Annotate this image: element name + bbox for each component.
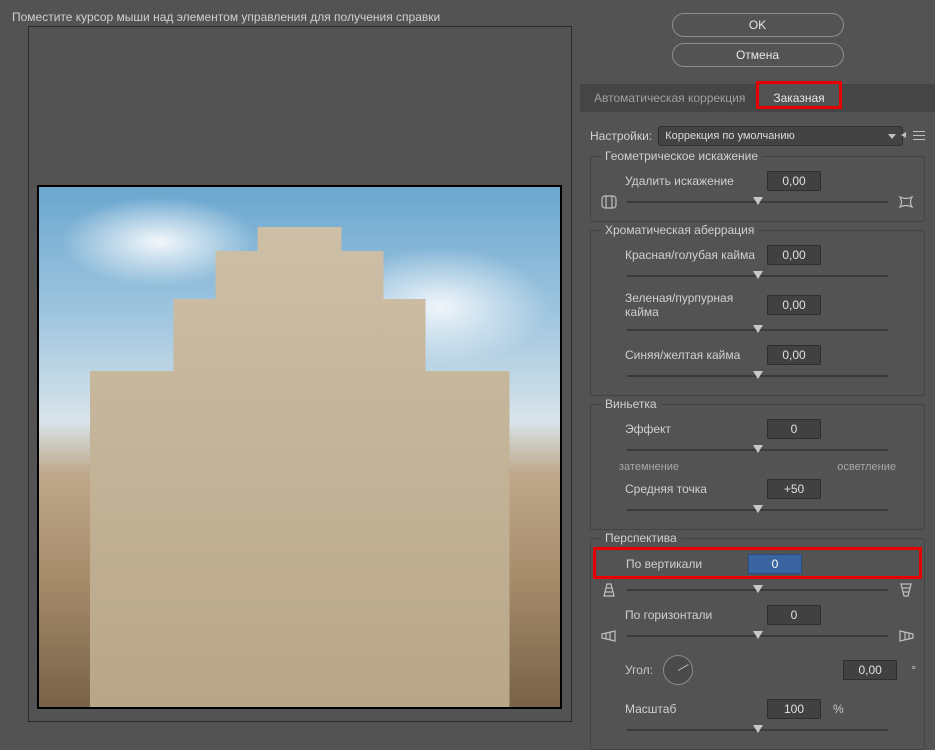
group-vignette: Виньетка Эффект затемнение осветление Ср… [590,404,925,530]
scale-input[interactable] [767,699,821,719]
preview-image[interactable] [37,185,562,709]
ok-button[interactable]: OK [672,13,844,37]
group-geometric-distortion: Геометрическое искажение Удалить искажен… [590,156,925,222]
group-title: Перспектива [601,531,681,545]
scale-slider[interactable] [627,723,888,737]
green-magenta-label: Зеленая/пурпурная кайма [599,291,759,319]
blue-yellow-slider[interactable] [627,369,888,383]
dialog-buttons: OK Отмена [580,10,935,70]
green-magenta-slider[interactable] [627,323,888,337]
vignette-midpoint-input[interactable] [767,479,821,499]
tabs: Автоматическая коррекция Заказная [580,84,935,112]
vignette-amount-slider[interactable] [627,443,888,457]
remove-distortion-label: Удалить искажение [599,174,759,188]
scale-label: Масштаб [599,702,759,716]
vignette-amount-label: Эффект [599,422,759,436]
preview-frame [28,26,572,722]
group-title: Геометрическое искажение [601,149,762,163]
tab-custom[interactable]: Заказная [756,81,841,109]
red-cyan-input[interactable] [767,245,821,265]
grid-pincushion-icon[interactable] [896,193,916,211]
remove-distortion-input[interactable] [767,171,821,191]
group-title: Виньетка [601,397,661,411]
horizontal-perspective-label: По горизонтали [599,608,759,622]
perspective-horizontal-left-icon[interactable] [599,627,619,645]
vignette-darken-label: затемнение [619,461,679,473]
group-chromatic-aberration: Хроматическая аберрация Красная/голубая … [590,230,925,396]
vertical-perspective-slider[interactable] [627,583,888,597]
angle-input[interactable] [843,660,897,680]
scale-suffix: % [829,702,844,716]
green-magenta-input[interactable] [767,295,821,315]
vignette-midpoint-label: Средняя точка [599,482,759,496]
angle-label: Угол: [625,663,653,677]
vertical-perspective-input[interactable] [748,554,802,574]
angle-dial[interactable] [663,655,693,685]
settings-label: Настройки: [590,129,652,143]
panel-menu-icon[interactable] [909,129,925,143]
blue-yellow-input[interactable] [767,345,821,365]
perspective-vertical-top-icon[interactable] [599,581,619,599]
grid-barrel-icon[interactable] [599,193,619,211]
remove-distortion-slider[interactable] [627,195,888,209]
vignette-amount-input[interactable] [767,419,821,439]
horizontal-perspective-input[interactable] [767,605,821,625]
perspective-vertical-bottom-icon[interactable] [896,581,916,599]
group-title: Хроматическая аберрация [601,223,758,237]
horizontal-perspective-slider[interactable] [627,629,888,643]
vertical-perspective-highlight: По вертикали [593,547,922,579]
help-text: Поместите курсор мыши над элементом упра… [12,10,440,24]
vertical-perspective-label: По вертикали [600,557,740,571]
cancel-button[interactable]: Отмена [672,43,844,67]
angle-suffix: ° [907,663,916,677]
vignette-midpoint-slider[interactable] [627,503,888,517]
tab-auto-correction[interactable]: Автоматическая коррекция [580,84,759,112]
perspective-horizontal-right-icon[interactable] [896,627,916,645]
settings-dropdown[interactable]: Коррекция по умолчанию [658,126,903,146]
red-cyan-label: Красная/голубая кайма [599,248,759,262]
blue-yellow-label: Синяя/желтая кайма [599,348,759,362]
red-cyan-slider[interactable] [627,269,888,283]
group-perspective: Перспектива По вертикали По горизонтали [590,538,925,750]
vignette-lighten-label: осветление [837,461,896,473]
